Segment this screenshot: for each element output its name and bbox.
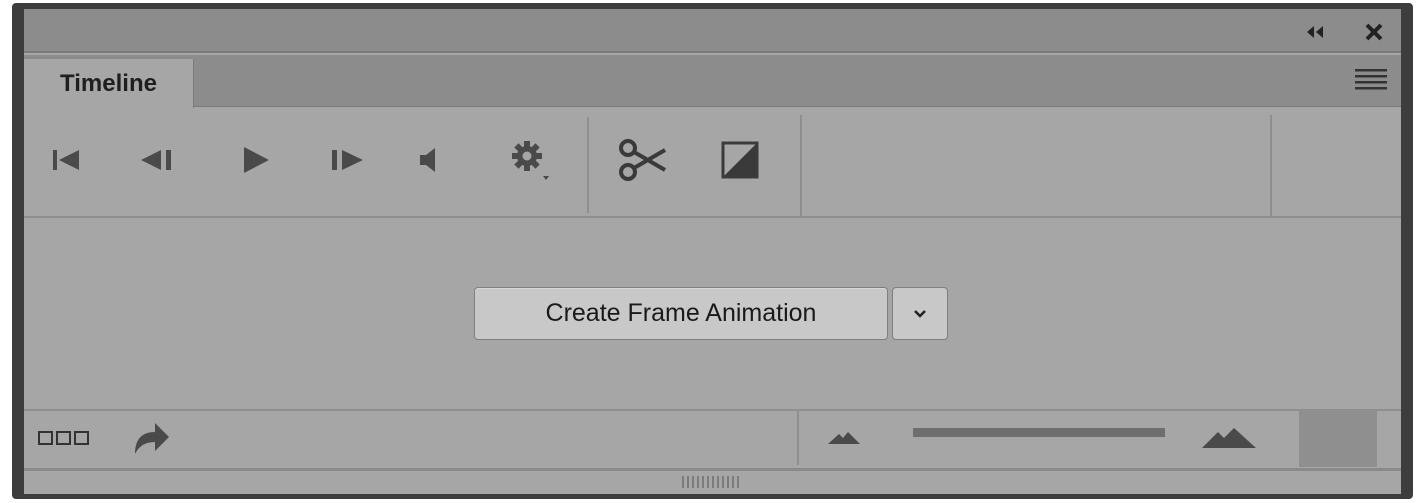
chevron-down-icon xyxy=(914,309,926,318)
toolbar-divider-2 xyxy=(800,115,802,217)
timeline-footer xyxy=(24,409,1401,467)
tab-timeline-label: Timeline xyxy=(60,69,157,97)
create-frame-animation-label: Create Frame Animation xyxy=(545,299,817,327)
zoom-slider[interactable] xyxy=(913,428,1165,437)
resize-strip xyxy=(24,468,1401,494)
timeline-panel: Timeline Create Frame Animation xyxy=(12,3,1413,499)
frames-icon[interactable] xyxy=(36,425,92,451)
zoom-in-mountain-icon[interactable] xyxy=(1201,423,1257,453)
toolbar-divider-3 xyxy=(1270,115,1272,217)
create-animation-dropdown-button[interactable] xyxy=(892,287,948,340)
create-frame-animation-button[interactable]: Create Frame Animation xyxy=(474,287,888,340)
transition-icon[interactable] xyxy=(715,135,765,185)
play-icon[interactable] xyxy=(231,135,281,185)
footer-divider xyxy=(797,411,799,465)
footer-corner xyxy=(1299,411,1377,467)
tab-timeline[interactable]: Timeline xyxy=(24,59,194,108)
close-icon[interactable] xyxy=(1361,19,1387,45)
audio-icon[interactable] xyxy=(404,135,454,185)
go-to-first-frame-icon[interactable] xyxy=(42,135,92,185)
resize-grip[interactable] xyxy=(682,476,742,488)
zoom-out-mountain-icon[interactable] xyxy=(827,427,861,449)
convert-arrow-icon[interactable] xyxy=(128,419,174,457)
previous-frame-icon[interactable] xyxy=(132,135,182,185)
timeline-toolbar xyxy=(24,107,1401,218)
settings-gear-icon[interactable] xyxy=(505,135,555,185)
next-frame-icon[interactable] xyxy=(323,135,373,185)
panel-title-bar[interactable] xyxy=(24,9,1401,53)
split-scissors-icon[interactable] xyxy=(614,135,672,185)
toolbar-divider xyxy=(587,117,589,213)
panel-menu-icon[interactable] xyxy=(1355,67,1387,95)
collapse-icon[interactable] xyxy=(1302,19,1328,45)
tab-row: Timeline xyxy=(24,55,1401,108)
